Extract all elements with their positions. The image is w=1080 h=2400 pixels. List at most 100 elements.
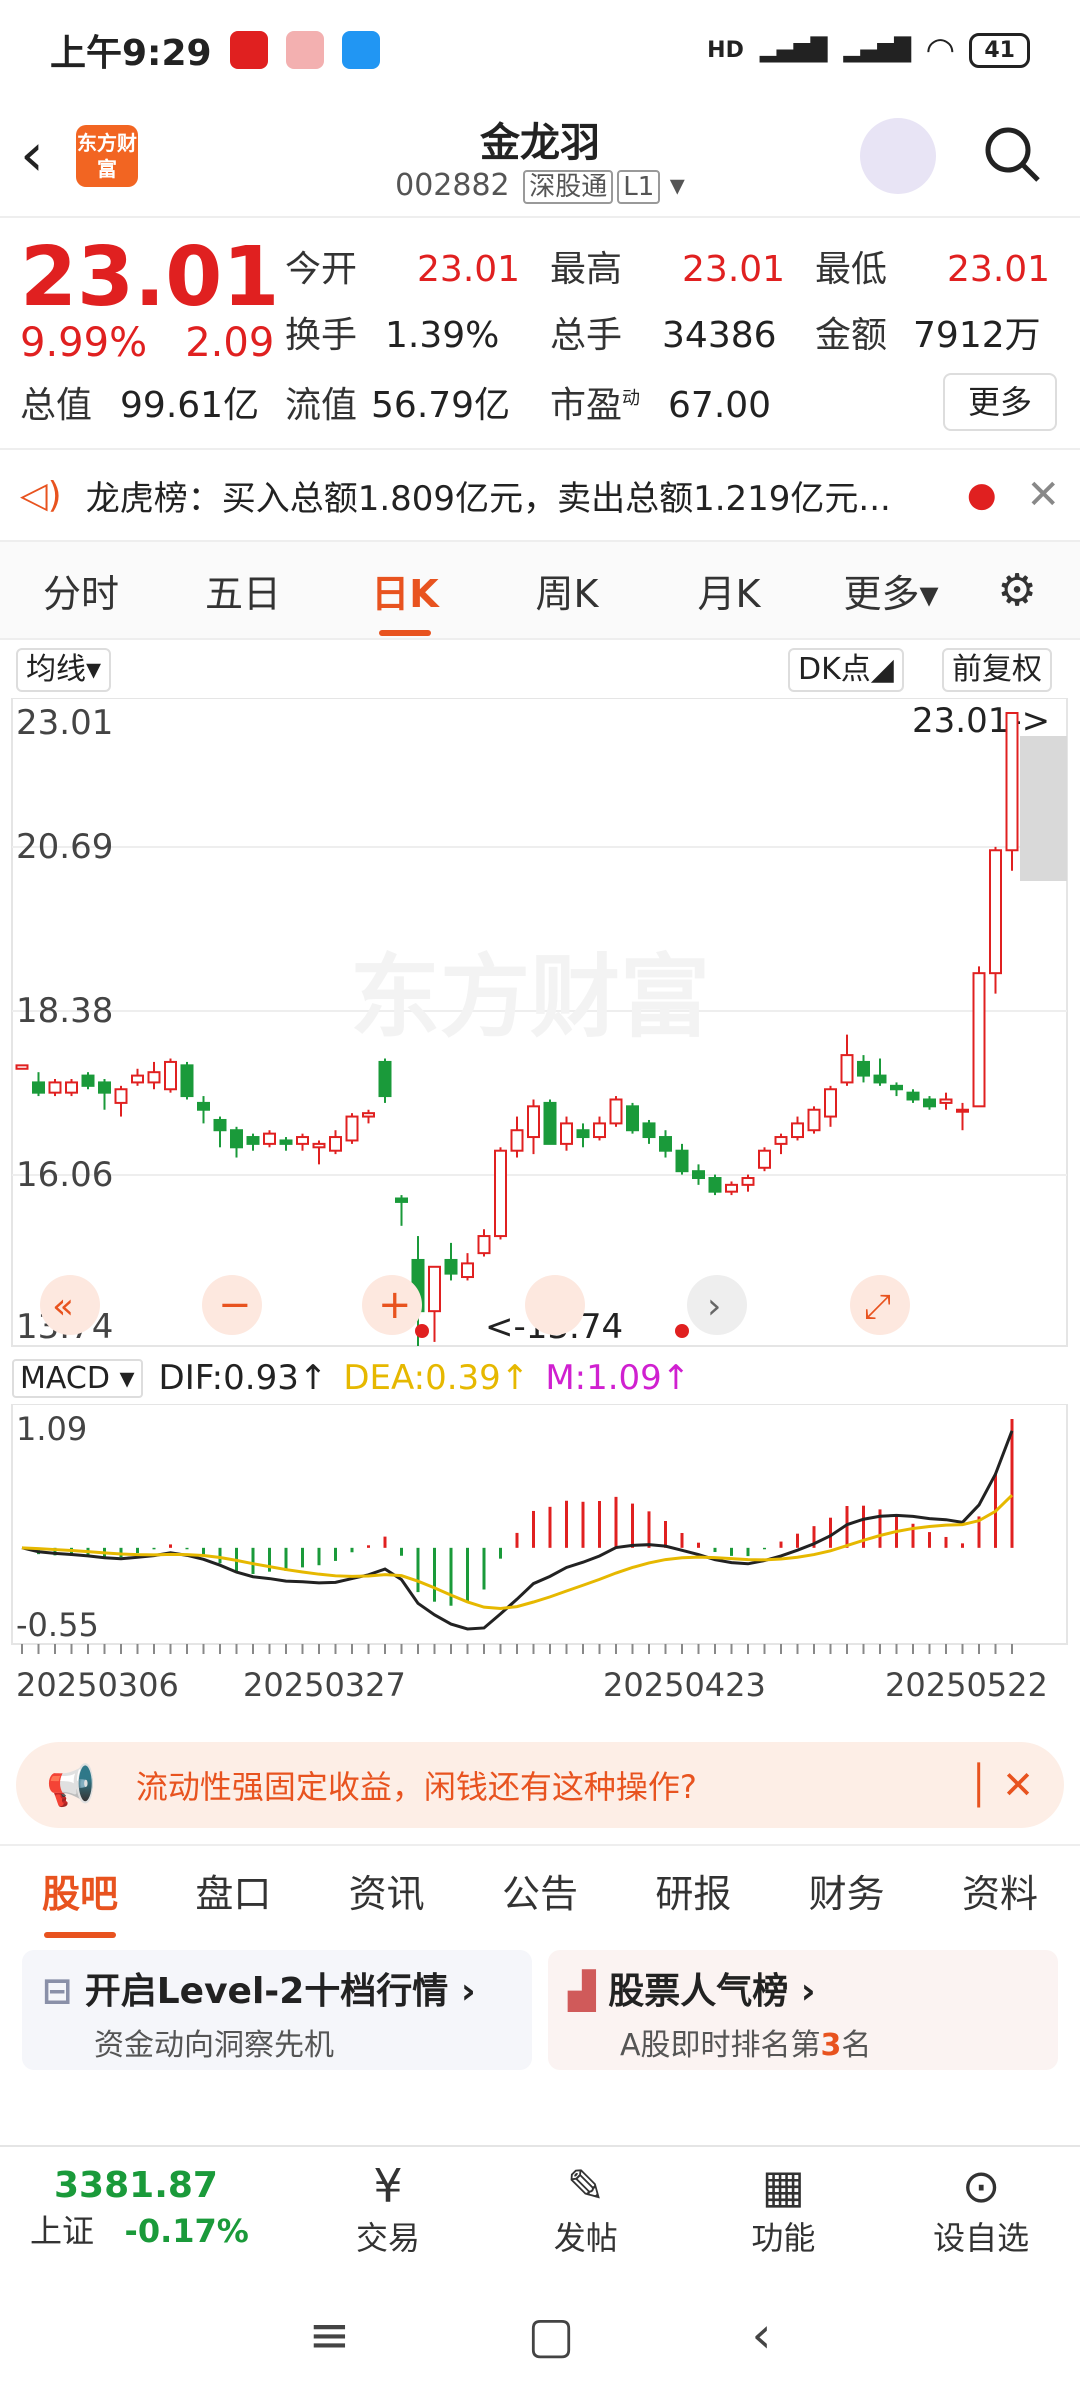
amount: 金额 7912万	[815, 315, 1041, 356]
candle-body	[98, 1081, 111, 1094]
functions-button[interactable]: ▦ 功能	[685, 2159, 883, 2259]
candle-body	[213, 1118, 227, 1132]
chart-toolbar: 均线▾ DK点◢ 前复权	[0, 640, 1080, 696]
system-nav: ≡ ▢ ‹	[0, 2270, 1080, 2400]
candle-body	[279, 1139, 293, 1145]
tab-announcements[interactable]: 公告	[480, 1863, 600, 1918]
candle-body	[741, 1177, 755, 1186]
max-price-label: 23.01->	[912, 701, 1050, 741]
index-ticker[interactable]: 3381.87 上证 -0.17%	[0, 2165, 289, 2252]
tab-weekly-k[interactable]: 周K	[486, 563, 648, 618]
ma-selector[interactable]: 均线▾	[16, 648, 112, 692]
close-icon[interactable]: │ ✕	[967, 1763, 1034, 1807]
search-icon[interactable]	[980, 122, 1044, 186]
candle-body	[147, 1071, 161, 1084]
candle-body	[890, 1084, 903, 1091]
level2-icon: ⊟	[42, 1971, 73, 2012]
assistant-avatar[interactable]	[860, 118, 936, 194]
signal-icon: ▂▄▆█	[759, 37, 828, 63]
megaphone-icon: 📢	[46, 1762, 96, 1809]
tab-research[interactable]: 研报	[633, 1863, 753, 1918]
home-icon[interactable]: ▢	[527, 2306, 574, 2364]
last-price: 23.01	[20, 230, 280, 325]
post-button[interactable]: ✎ 发帖	[487, 2159, 685, 2259]
add-watchlist-button[interactable]: ⊙ 设自选	[882, 2159, 1080, 2259]
tab-more[interactable]: 更多▾	[810, 563, 972, 618]
candle-body	[1005, 712, 1019, 852]
tab-five-day[interactable]: 五日	[162, 563, 324, 618]
tab-forum[interactable]: 股吧	[20, 1863, 140, 1938]
quote-panel: 23.01 9.99% 2.09 今开 23.01 最高 23.01 最低 23.01…	[0, 218, 1080, 448]
high-price: 最高 23.01	[550, 249, 786, 290]
candle-body	[725, 1183, 738, 1193]
connect-tag: 深股通	[523, 170, 614, 204]
volume: 总手 34386	[550, 315, 777, 356]
promo-text: 流动性强固定收益，闲钱还有这种操作?	[135, 1768, 697, 1806]
candle-body	[989, 849, 1002, 975]
close-icon[interactable]: ✕	[1026, 472, 1060, 518]
candle-body	[774, 1136, 788, 1145]
macd-chart[interactable]: 1.09 -0.55 20250306 20250327 20250423 20…	[0, 1404, 1080, 1722]
tab-profile[interactable]: 资料	[940, 1863, 1060, 1918]
tab-daily-k[interactable]: 日K	[324, 563, 486, 636]
tab-orderbook[interactable]: 盘口	[173, 1863, 293, 1918]
candle-body	[81, 1074, 95, 1087]
candle-body	[857, 1060, 870, 1077]
tab-news[interactable]: 资讯	[327, 1863, 447, 1918]
candle-body	[362, 1112, 375, 1118]
scroll-left-icon[interactable]	[525, 1275, 585, 1335]
dk-point-selector[interactable]: DK点◢	[788, 648, 904, 692]
axis-tick-label: 18.38	[16, 991, 113, 1031]
candle-body	[708, 1177, 722, 1193]
menu-icon[interactable]: ≡	[308, 2306, 350, 2364]
turnover-rate: 换手 1.39%	[285, 315, 500, 356]
candle-body	[791, 1122, 804, 1139]
svg-text:−: −	[218, 1282, 252, 1328]
candle-body	[626, 1105, 639, 1132]
candle-body	[477, 1235, 491, 1255]
more-quote-button[interactable]: 更多	[943, 373, 1057, 431]
back-nav-icon[interactable]: ‹	[752, 2306, 772, 2364]
tab-monthly-k[interactable]: 月K	[648, 563, 810, 618]
level-tag: L1	[617, 170, 661, 204]
candle-body	[939, 1098, 953, 1104]
bottom-bar: 3381.87 上证 -0.17% ¥ 交易 ✎ 发帖 ▦ 功能 ⊙ 设自选	[0, 2145, 1080, 2270]
promo-banner[interactable]: 📢 流动性强固定收益，闲钱还有这种操作? │ ✕	[16, 1742, 1064, 1828]
candle-body	[312, 1142, 326, 1149]
candle-body	[642, 1122, 656, 1139]
kline-tabs: 分时 五日 日K 周K 月K 更多▾ ⚙	[0, 542, 1080, 640]
open-price: 今开 23.01	[285, 249, 521, 290]
candle-body	[345, 1115, 359, 1142]
candle-body	[230, 1129, 243, 1149]
price-change: 9.99% 2.09	[20, 320, 275, 366]
candle-body	[444, 1258, 458, 1275]
popularity-card[interactable]: ▟ 股票人气榜 › A股即时排名第3名	[548, 1950, 1058, 2070]
tab-intraday[interactable]: 分时	[0, 563, 162, 618]
notice-bar[interactable]: ◁) 龙虎榜：买入总额1.809亿元，卖出总额1.219亿元... ● ✕	[0, 448, 1080, 542]
candlestick-chart[interactable]: 东方财富 23.01 20.69 18.38 16.06 13.74 23.01…	[0, 698, 1080, 1348]
candle-body	[873, 1074, 887, 1084]
clock: 上午9:29	[50, 33, 212, 74]
adjust-selector[interactable]: 前复权	[942, 648, 1052, 692]
candle-body	[576, 1129, 590, 1139]
candle-body	[923, 1098, 936, 1108]
trade-button[interactable]: ¥ 交易	[289, 2159, 487, 2259]
notice-text: 龙虎榜：买入总额1.809亿元，卖出总额1.219亿元...	[85, 478, 891, 519]
candle-body	[48, 1081, 62, 1094]
candle-body	[114, 1088, 128, 1104]
svg-text:+: +	[378, 1282, 412, 1328]
settings-gear-icon[interactable]: ⚙	[972, 565, 1062, 616]
svg-text:›: ›	[707, 1286, 721, 1327]
app-notification-icon	[285, 31, 324, 69]
svg-text:«: «	[52, 1286, 74, 1327]
candle-body	[675, 1149, 689, 1173]
app-notification-icon	[229, 31, 268, 69]
tab-financials[interactable]: 财务	[787, 1863, 907, 1918]
candle-body	[527, 1105, 540, 1139]
level2-card[interactable]: ⊟ 开启Level-2十档行情 › 资金动向洞察先机	[22, 1950, 532, 2070]
macd-selector[interactable]: MACD ▾	[12, 1358, 143, 1398]
candle-body	[510, 1129, 524, 1152]
yen-icon: ¥	[373, 2158, 403, 2213]
candle-body	[65, 1081, 78, 1094]
candle-body	[593, 1122, 606, 1139]
